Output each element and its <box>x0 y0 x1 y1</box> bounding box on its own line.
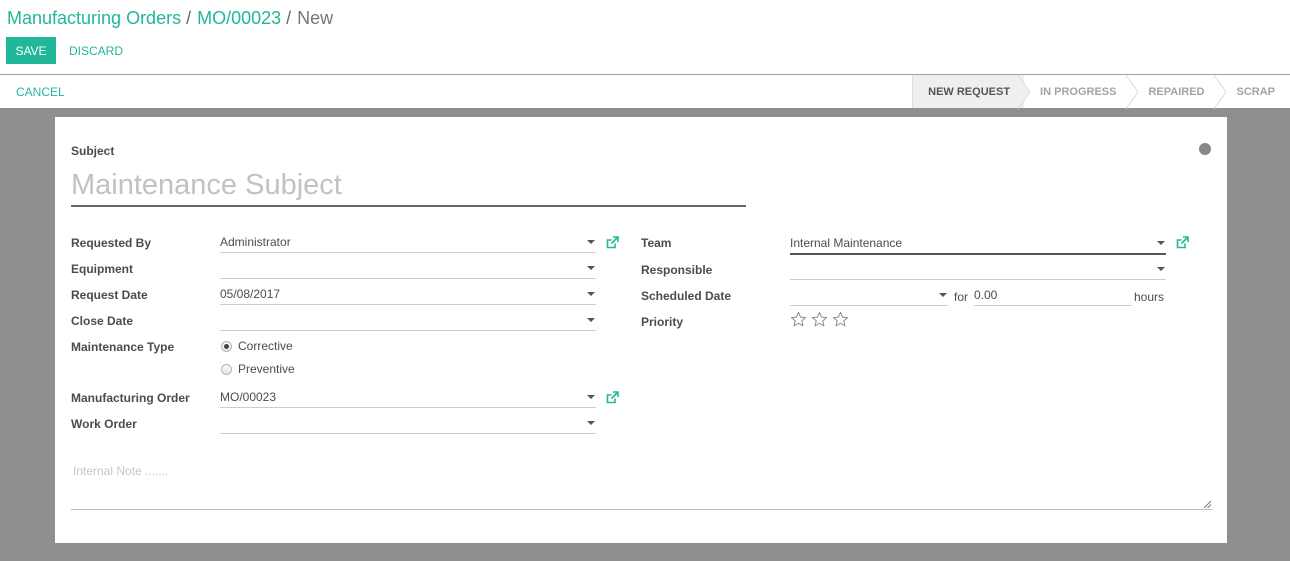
stage-label: REPAIRED <box>1148 86 1205 98</box>
stage-scrap[interactable]: SCRAP <box>1220 75 1290 109</box>
star-empty-icon[interactable] <box>790 311 807 328</box>
team-field[interactable]: Internal Maintenance <box>790 232 1166 255</box>
breadcrumb-separator: / <box>286 8 292 28</box>
internal-note-textarea[interactable] <box>71 457 1212 510</box>
external-link-icon[interactable] <box>606 236 619 249</box>
discard-button[interactable]: DISCARD <box>69 37 123 64</box>
scheduled-date-field[interactable] <box>790 285 948 306</box>
stage-arrow-icon <box>1018 75 1031 109</box>
team-label: Team <box>641 236 672 250</box>
request-date-label: Request Date <box>71 288 148 302</box>
radio-corrective[interactable]: Corrective <box>221 339 293 353</box>
resize-handle-icon[interactable] <box>1203 500 1211 508</box>
breadcrumb-separator: / <box>186 8 192 28</box>
cancel-button[interactable]: CANCEL <box>16 75 65 109</box>
control-panel: Manufacturing Orders / MO/00023/New SAVE D… <box>0 0 1290 75</box>
request-date-field[interactable]: 05/08/2017 <box>220 284 596 305</box>
duration-field[interactable]: 0.00 <box>974 285 1132 306</box>
requested-by-label: Requested By <box>71 236 152 250</box>
team-value: Internal Maintenance <box>790 235 903 250</box>
duration-value: 0.00 <box>974 288 998 302</box>
priority-label: Priority <box>641 315 684 329</box>
breadcrumb-mo-record[interactable]: MO/00023 <box>197 8 281 28</box>
stage-label: IN PROGRESS <box>1040 86 1117 98</box>
request-date-value: 05/08/2017 <box>220 287 281 301</box>
close-date-label: Close Date <box>71 314 134 328</box>
maintenance-type-label: Maintenance Type <box>71 340 175 354</box>
radio-button[interactable] <box>221 363 232 375</box>
star-empty-icon[interactable] <box>832 311 849 328</box>
dropdown-caret-icon[interactable] <box>587 421 595 425</box>
manufacturing-order-value: MO/00023 <box>220 390 277 404</box>
subject-input[interactable] <box>71 165 746 207</box>
radio-preventive[interactable]: Preventive <box>221 362 295 376</box>
stage-arrow-icon <box>1126 75 1139 109</box>
responsible-label: Responsible <box>641 263 713 277</box>
dropdown-caret-icon[interactable] <box>939 293 947 297</box>
radio-label: Preventive <box>238 362 295 376</box>
stage-in-progress[interactable]: IN PROGRESS <box>1024 75 1139 109</box>
equipment-field[interactable] <box>220 258 596 279</box>
breadcrumb-current: New <box>297 8 334 28</box>
stage-label: SCRAP <box>1236 86 1275 98</box>
dropdown-caret-icon[interactable] <box>587 240 595 244</box>
requested-by-field[interactable]: Administrator <box>220 232 596 253</box>
stage-pipeline: NEW REQUEST IN PROGRESS REPAIRED SCRAP <box>912 75 1290 109</box>
stage-new-request[interactable]: NEW REQUEST <box>912 75 1031 109</box>
hours-label: hours <box>1134 290 1165 304</box>
priority-stars <box>790 311 849 328</box>
save-button[interactable]: SAVE <box>6 37 56 64</box>
subject-label: Subject <box>71 144 115 158</box>
stage-repaired[interactable]: REPAIRED <box>1132 75 1227 109</box>
statusbar: CANCEL NEW REQUEST IN PROGRESS REPAIRED … <box>0 74 1290 109</box>
radio-button-checked[interactable] <box>221 340 232 352</box>
dropdown-caret-icon[interactable] <box>587 318 595 322</box>
manufacturing-order-field[interactable]: MO/00023 <box>220 387 596 408</box>
breadcrumb-manufacturing-orders[interactable]: Manufacturing Orders <box>7 8 181 28</box>
stage-arrow-icon <box>1214 75 1227 109</box>
external-link-icon[interactable] <box>606 391 619 404</box>
scheduled-date-label: Scheduled Date <box>641 289 732 303</box>
responsible-field[interactable] <box>790 259 1166 280</box>
manufacturing-order-label: Manufacturing Order <box>71 391 190 405</box>
work-order-label: Work Order <box>71 417 137 431</box>
breadcrumb: Manufacturing Orders / MO/00023/New <box>7 8 333 29</box>
close-date-field[interactable] <box>220 310 596 331</box>
requested-by-value: Administrator <box>220 235 291 249</box>
star-empty-icon[interactable] <box>811 311 828 328</box>
stage-label: NEW REQUEST <box>928 86 1011 98</box>
dropdown-caret-icon[interactable] <box>587 266 595 270</box>
equipment-label: Equipment <box>71 262 133 276</box>
dropdown-caret-icon[interactable] <box>587 395 595 399</box>
kanban-state-icon[interactable] <box>1199 143 1211 155</box>
external-link-icon[interactable] <box>1176 236 1189 249</box>
dropdown-caret-icon[interactable] <box>1157 267 1165 271</box>
work-order-field[interactable] <box>220 413 596 434</box>
dropdown-caret-icon[interactable] <box>1157 240 1165 245</box>
form-sheet: Subject Requested By Administrator Equip… <box>55 117 1227 543</box>
dropdown-caret-icon[interactable] <box>587 292 595 296</box>
radio-label: Corrective <box>238 339 293 353</box>
for-label: for <box>954 290 969 304</box>
